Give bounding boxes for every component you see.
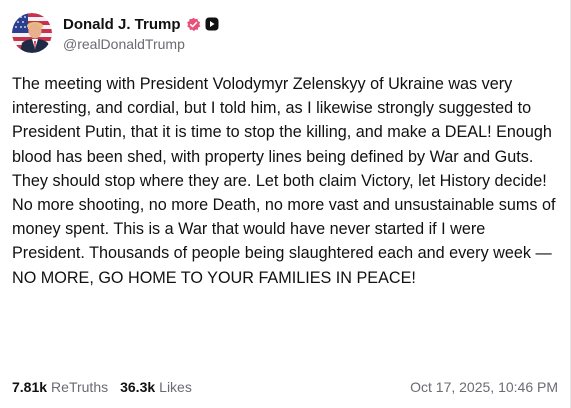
post-header: Donald J. Trump @realDonaldTrump bbox=[12, 11, 219, 55]
avatar[interactable] bbox=[12, 13, 52, 53]
author-name-row: Donald J. Trump bbox=[63, 14, 219, 34]
likes-stat[interactable]: 36.3k Likes bbox=[120, 379, 192, 395]
post-text: The meeting with President Volodymyr Zel… bbox=[12, 75, 556, 287]
author-info: Donald J. Trump @realDonaldTrump bbox=[63, 14, 219, 52]
avatar-image-icon bbox=[12, 13, 52, 53]
likes-count: 36.3k bbox=[120, 379, 156, 395]
likes-label: Likes bbox=[159, 379, 192, 395]
verified-badge-icon bbox=[186, 17, 201, 32]
author-display-name[interactable]: Donald J. Trump bbox=[63, 16, 181, 33]
retruths-label: ReTruths bbox=[51, 379, 109, 395]
post-card: Donald J. Trump @realDonaldTrump The mee… bbox=[0, 0, 571, 408]
post-footer: 7.81k ReTruths 36.3k Likes Oct 17, 2025,… bbox=[12, 376, 558, 398]
post-timestamp[interactable]: Oct 17, 2025, 10:46 PM bbox=[410, 379, 558, 395]
retruths-count: 7.81k bbox=[12, 379, 48, 395]
author-handle[interactable]: @realDonaldTrump bbox=[63, 36, 219, 52]
truth-social-badge-icon bbox=[205, 17, 219, 31]
retruths-stat[interactable]: 7.81k ReTruths bbox=[12, 379, 108, 395]
